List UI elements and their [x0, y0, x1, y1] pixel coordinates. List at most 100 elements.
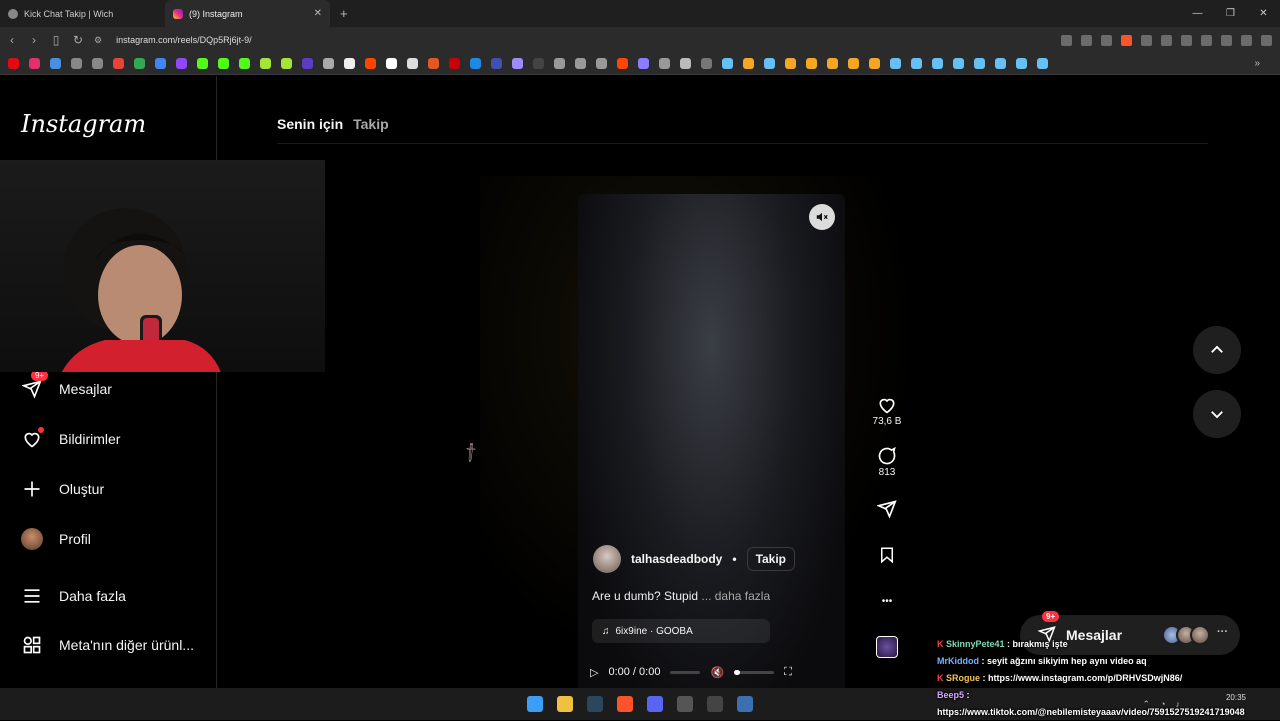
url-field[interactable]: instagram.com/reels/DQp5Rj6jt-9/: [116, 35, 252, 45]
bookmark-icon[interactable]: [617, 58, 628, 69]
bookmark-icon[interactable]: [995, 58, 1006, 69]
bookmark-icon[interactable]: [596, 58, 607, 69]
bookmark-icon[interactable]: [680, 58, 691, 69]
bookmark-icon[interactable]: [554, 58, 565, 69]
extension-icon[interactable]: [1141, 34, 1152, 46]
bookmark-icon[interactable]: [50, 58, 61, 69]
fullscreen-icon[interactable]: ⛶: [784, 666, 792, 679]
bookmark-icon[interactable]: [890, 58, 901, 69]
close-tab-icon[interactable]: ✕: [314, 8, 322, 19]
bookmark-icon[interactable]: [638, 58, 649, 69]
bookmark-icon[interactable]: [512, 58, 523, 69]
sidebar-item-create[interactable]: Oluştur: [21, 478, 104, 500]
app-icon[interactable]: [677, 696, 693, 712]
bookmark-icon[interactable]: [197, 58, 208, 69]
bookmark-icon[interactable]: [407, 58, 418, 69]
brave-shields-icon[interactable]: [1121, 34, 1132, 46]
bookmark-icon[interactable]: ▯: [50, 33, 62, 47]
heart-icon[interactable]: [876, 394, 898, 416]
more-bookmarks-icon[interactable]: »: [1254, 58, 1260, 69]
volume-mute-icon[interactable]: 🔇: [710, 666, 724, 679]
site-settings-icon[interactable]: ⚙: [94, 35, 102, 46]
caption-more-link[interactable]: ... daha fazla: [701, 589, 770, 603]
brave-browser-icon[interactable]: [617, 696, 633, 712]
bookmark-icon[interactable]: [260, 58, 271, 69]
extension-icon[interactable]: [1201, 34, 1212, 46]
bookmark-icon[interactable]: [932, 58, 943, 69]
extension-icon[interactable]: [1161, 34, 1172, 46]
bookmark-icon[interactable]: [428, 58, 439, 69]
close-window-button[interactable]: ✕: [1247, 0, 1280, 27]
file-explorer-icon[interactable]: [557, 696, 573, 712]
share-action[interactable]: [876, 498, 898, 520]
bookmark-icon[interactable]: [449, 58, 460, 69]
zoom-icon[interactable]: [1081, 34, 1092, 46]
bookmark-icon[interactable]: [1037, 58, 1048, 69]
back-icon[interactable]: ‹: [6, 33, 18, 47]
more-options-icon[interactable]: •••: [876, 590, 898, 612]
more-action[interactable]: •••: [876, 590, 898, 612]
instagram-logo[interactable]: Instagram: [21, 110, 146, 138]
app-icon[interactable]: [737, 696, 753, 712]
bookmark-icon[interactable]: [386, 58, 397, 69]
bookmark-icon[interactable]: [848, 58, 859, 69]
previous-reel-button[interactable]: [1193, 326, 1241, 374]
tab-instagram[interactable]: (9) Instagram ✕: [165, 0, 330, 27]
extensions-puzzle-icon[interactable]: [1221, 34, 1232, 46]
bookmark-icon[interactable]: [470, 58, 481, 69]
bookmark-icon[interactable]: [134, 58, 145, 69]
mute-icon[interactable]: [809, 204, 835, 230]
share-icon[interactable]: [1101, 34, 1112, 46]
cast-icon[interactable]: [1061, 34, 1072, 46]
new-tab-button[interactable]: +: [330, 6, 358, 21]
bookmark-icon[interactable]: [218, 58, 229, 69]
bookmark-icon[interactable]: [491, 58, 502, 69]
bookmark-icon[interactable]: [701, 58, 712, 69]
sidebar-item-meta[interactable]: Meta'nın diğer ürünl...: [21, 634, 194, 656]
bookmark-icon[interactable]: [827, 58, 838, 69]
tab-kick-chat[interactable]: Kick Chat Takip | Wich: [0, 0, 165, 27]
audio-action[interactable]: [876, 636, 898, 658]
bookmark-icon[interactable]: [953, 58, 964, 69]
bookmark-icon[interactable]: [876, 544, 898, 566]
bookmark-icon[interactable]: [155, 58, 166, 69]
bookmark-icon[interactable]: [869, 58, 880, 69]
bookmark-icon[interactable]: [365, 58, 376, 69]
sidebar-item-notifications[interactable]: Bildirimler: [21, 427, 120, 450]
start-menu-icon[interactable]: [527, 696, 543, 712]
bookmark-icon[interactable]: [743, 58, 754, 69]
bookmark-icon[interactable]: [974, 58, 985, 69]
share-icon[interactable]: [876, 498, 898, 520]
author-username[interactable]: talhasdeadbody: [631, 552, 722, 566]
bookmark-icon[interactable]: [911, 58, 922, 69]
bookmark-icon[interactable]: [722, 58, 733, 69]
play-icon[interactable]: ▷: [590, 666, 598, 679]
next-reel-button[interactable]: [1193, 390, 1241, 438]
menu-icon[interactable]: [1261, 34, 1272, 46]
bookmark-icon[interactable]: [806, 58, 817, 69]
sidebar-item-profile[interactable]: Profil: [21, 528, 91, 550]
bookmark-icon[interactable]: [239, 58, 250, 69]
bookmark-icon[interactable]: [323, 58, 334, 69]
bookmark-icon[interactable]: [533, 58, 544, 69]
volume-slider[interactable]: [734, 669, 775, 675]
sidebar-icon[interactable]: [1241, 34, 1252, 46]
save-action[interactable]: [876, 544, 898, 566]
comment-icon[interactable]: [876, 445, 898, 467]
like-action[interactable]: 73,6 B: [873, 394, 901, 427]
bookmark-icon[interactable]: [785, 58, 796, 69]
discord-icon[interactable]: [647, 696, 663, 712]
bookmark-icon[interactable]: [71, 58, 82, 69]
audio-thumbnail[interactable]: [876, 636, 898, 658]
obs-icon[interactable]: [707, 696, 723, 712]
tab-following[interactable]: Takip: [353, 116, 389, 132]
sidebar-item-messages[interactable]: 9+ Mesajlar: [21, 370, 112, 400]
sidebar-item-more[interactable]: Daha fazla: [21, 585, 126, 607]
bookmark-icon[interactable]: [1016, 58, 1027, 69]
tab-for-you[interactable]: Senin için: [277, 116, 343, 132]
steam-icon[interactable]: [587, 696, 603, 712]
author-avatar[interactable]: [593, 545, 621, 573]
reel-video[interactable]: talhasdeadbody • Takip Are u dumb? Stupi…: [578, 194, 845, 694]
restore-button[interactable]: ❐: [1214, 0, 1247, 27]
forward-icon[interactable]: ›: [28, 33, 40, 47]
